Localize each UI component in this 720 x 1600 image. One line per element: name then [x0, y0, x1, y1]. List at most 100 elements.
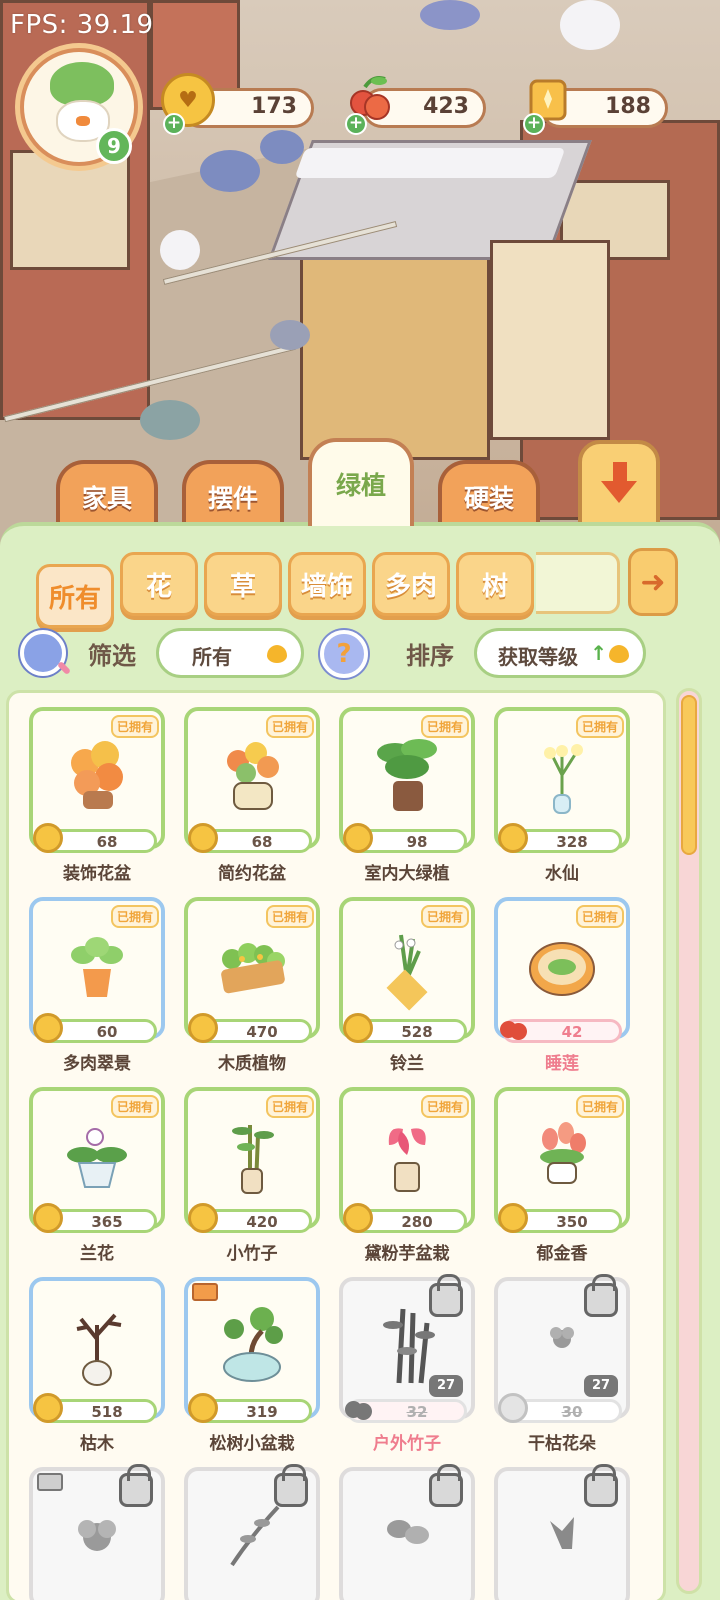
next-subtabs-button[interactable]: ➜: [628, 548, 678, 616]
subtab-wall-decor-label: 墙饰: [300, 571, 353, 602]
coin-icon: [188, 1203, 218, 1233]
tab-furniture[interactable]: 家具: [56, 460, 158, 530]
coin-counter[interactable]: ♥ + 173: [161, 73, 314, 135]
lock-icon: [119, 1464, 153, 1507]
filter-dropdown[interactable]: 所有: [156, 628, 304, 678]
item-card[interactable]: 已拥有 365 兰花: [29, 1087, 179, 1267]
owned-badge: 已拥有: [576, 715, 625, 738]
item-price: 420: [246, 1213, 278, 1231]
dropdown-heart-icon: [609, 645, 629, 663]
item-name: 户外竹子: [373, 1434, 441, 1454]
item-price: 68: [96, 833, 118, 851]
unlock-level-badge: 27: [429, 1375, 463, 1397]
item-name: 简约花盆: [218, 864, 286, 884]
item-card[interactable]: [184, 1464, 334, 1600]
fps-counter: FPS: 39.19: [10, 10, 154, 40]
flower-pot-icon: [227, 742, 279, 810]
down-arrow-icon: [613, 462, 627, 482]
subtab-trees[interactable]: 树: [456, 552, 534, 616]
subtab-all[interactable]: 所有: [36, 564, 114, 628]
sort-label: 排序: [406, 642, 454, 670]
item-card[interactable]: 已拥有 528 铃兰: [339, 897, 489, 1077]
help-icon[interactable]: ?: [320, 630, 368, 678]
item-price: 98: [406, 833, 428, 851]
berry-counter[interactable]: + 423: [345, 76, 486, 135]
subtab-succulents-label: 多肉: [384, 571, 437, 602]
item-card[interactable]: 已拥有 68 装饰花盆: [29, 707, 179, 887]
item-card[interactable]: 已拥有 68 简约花盆: [184, 707, 334, 887]
item-card[interactable]: 已拥有 470 木质植物: [184, 897, 334, 1077]
item-name: 木质植物: [218, 1054, 286, 1074]
sort-dropdown[interactable]: 获取等级 ↑: [474, 628, 646, 678]
filter-sort-bar: 筛选 所有 ? 排序 获取等级 ↑: [0, 624, 720, 684]
search-icon[interactable]: [20, 630, 66, 676]
subtab-succulents[interactable]: 多肉: [372, 552, 450, 616]
owned-badge: 已拥有: [576, 1095, 625, 1118]
dropdown-heart-icon: [267, 645, 287, 663]
lock-icon: [429, 1274, 463, 1317]
tab-plants[interactable]: 绿植: [308, 438, 414, 526]
item-price: 30: [561, 1403, 583, 1421]
coin-icon: [343, 1203, 373, 1233]
item-card[interactable]: 319 松树小盆栽: [184, 1277, 334, 1457]
add-berries-button[interactable]: +: [345, 113, 367, 135]
item-grid: 已拥有 68 装饰花盆 已拥有 68 简约花盆 已拥有 98 室内大绿植 已拥有…: [6, 690, 666, 1600]
subtab-grass[interactable]: 草: [204, 552, 282, 616]
coin-icon: [188, 1393, 218, 1423]
item-card[interactable]: 已拥有 280 黛粉芋盆栽: [339, 1087, 489, 1267]
owned-badge: 已拥有: [421, 905, 470, 928]
ascending-arrow-icon[interactable]: ↑: [590, 641, 607, 665]
tulip-pot-icon: [540, 1122, 586, 1184]
subtab-wall-decor[interactable]: 墙饰: [288, 552, 366, 616]
item-card[interactable]: 518 枯木: [29, 1277, 179, 1457]
sort-value: 获取等级: [498, 645, 578, 669]
owned-badge: 已拥有: [111, 1095, 160, 1118]
subtab-flowers[interactable]: 花: [120, 552, 198, 616]
pine-bonsai-icon: [223, 1307, 283, 1382]
owned-badge: 已拥有: [111, 715, 160, 738]
item-price: 350: [556, 1213, 588, 1231]
lock-icon: [429, 1464, 463, 1507]
berry-value: 423: [423, 94, 469, 119]
coin-icon: [343, 823, 373, 853]
item-card[interactable]: 已拥有 98 室内大绿植: [339, 707, 489, 887]
item-name: 铃兰: [390, 1054, 424, 1074]
tab-hardware[interactable]: 硬装: [438, 460, 540, 530]
item-grid-scrollbar[interactable]: [676, 688, 702, 1594]
item-card[interactable]: [494, 1464, 644, 1600]
add-coins-button[interactable]: +: [163, 113, 185, 135]
coin-icon: [498, 1203, 528, 1233]
owned-badge: 已拥有: [266, 715, 315, 738]
collapse-panel-button[interactable]: [578, 440, 660, 530]
item-name: 兰花: [80, 1244, 114, 1264]
player-level-badge: 9: [96, 128, 132, 164]
tab-ornaments[interactable]: 摆件: [182, 460, 284, 530]
item-card[interactable]: 已拥有 420 小竹子: [184, 1087, 334, 1267]
item-card[interactable]: 27 32 户外竹子: [339, 1274, 489, 1457]
item-card[interactable]: 已拥有 328 水仙: [494, 707, 644, 887]
item-card[interactable]: 已拥有 60 多肉翠景: [29, 897, 179, 1077]
lock-icon: [584, 1464, 618, 1507]
shop-panel: 所有 花 草 墙饰 多肉 树 ➜ 筛选 所有 ? 排序 获取等级 ↑ 已拥有 6…: [0, 522, 720, 1600]
coin-icon: [498, 823, 528, 853]
item-card[interactable]: [29, 1464, 179, 1600]
coin-icon: [188, 823, 218, 853]
item-name: 睡莲: [545, 1054, 579, 1074]
tab-ornaments-label: 摆件: [207, 484, 258, 513]
item-card[interactable]: 已拥有 350 郁金香: [494, 1087, 644, 1267]
item-card[interactable]: [339, 1464, 489, 1600]
item-card[interactable]: 已拥有 42 睡莲: [494, 897, 644, 1077]
owned-badge: 已拥有: [266, 905, 315, 928]
succulent-pot-icon: [71, 937, 123, 997]
tab-hardware-label: 硬装: [463, 484, 514, 513]
item-card[interactable]: 27 30 干枯花朵: [494, 1274, 644, 1457]
coin-icon: [188, 1013, 218, 1043]
ticket-counter[interactable]: + 188: [523, 79, 668, 135]
item-price: 42: [561, 1023, 583, 1041]
orchid-pot-icon: [67, 1128, 127, 1188]
filter-label: 筛选: [88, 642, 136, 670]
scrollbar-thumb[interactable]: [681, 695, 697, 855]
coin-icon: [33, 823, 63, 853]
ticket-value: 188: [605, 94, 651, 119]
add-tickets-button[interactable]: +: [523, 113, 545, 135]
